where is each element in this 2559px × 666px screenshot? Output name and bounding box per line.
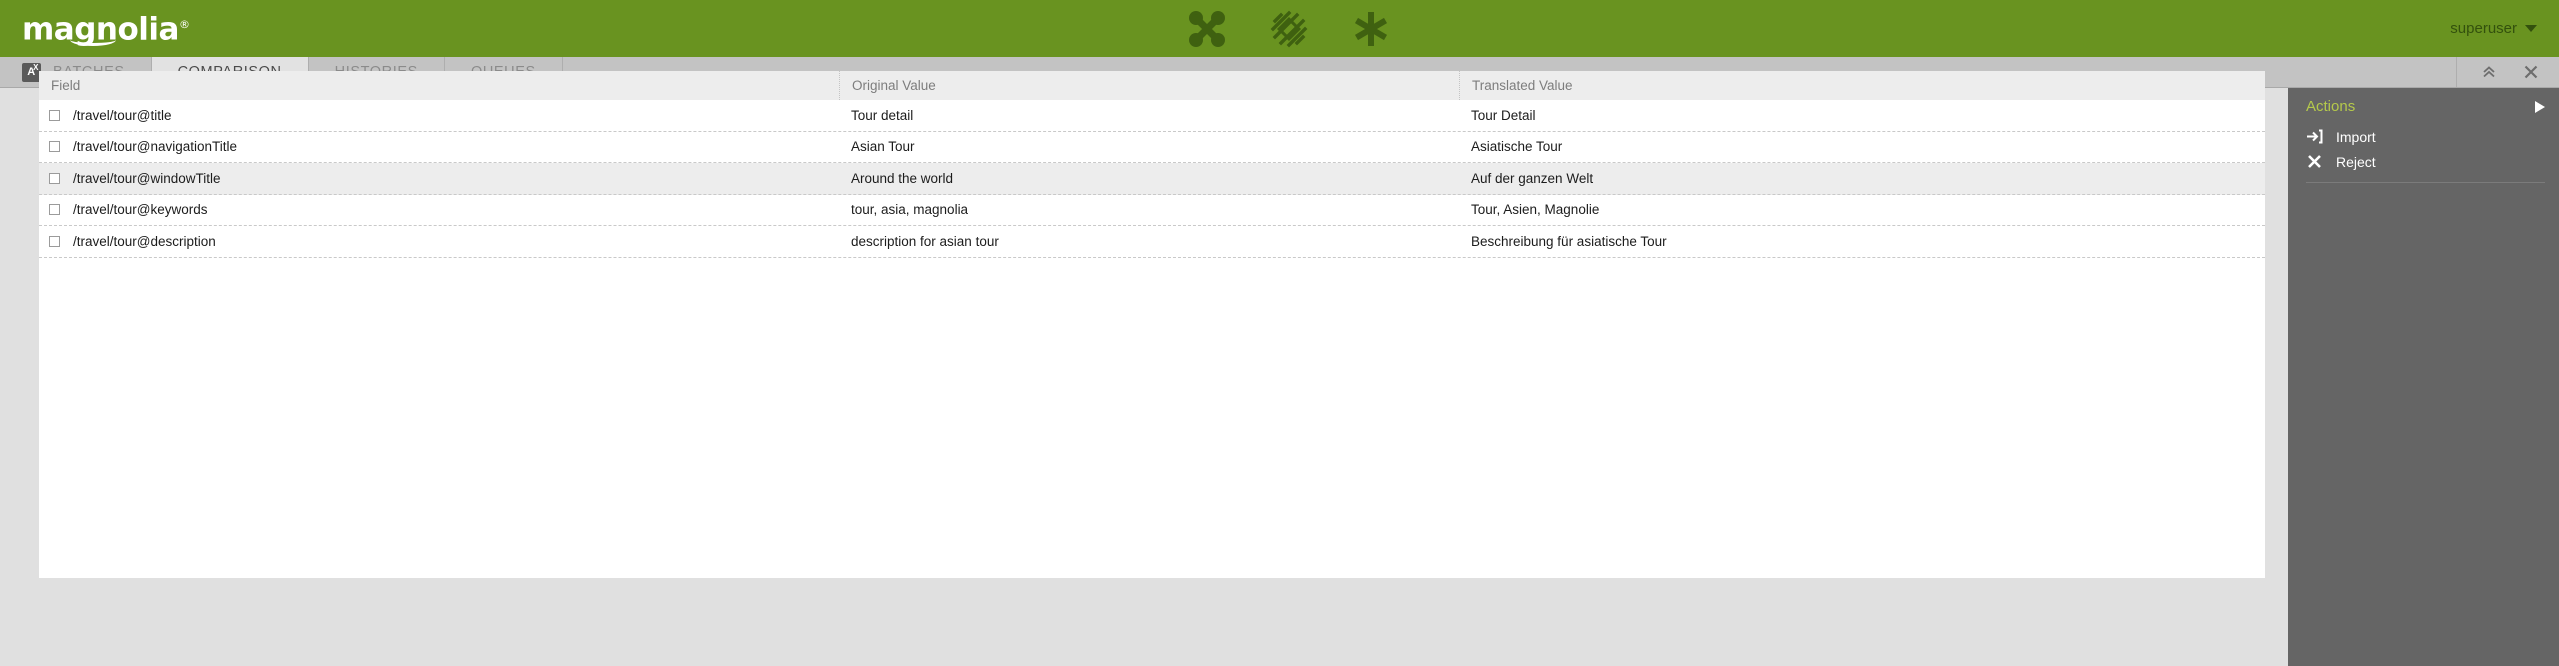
action-reject[interactable]: Reject	[2288, 149, 2559, 174]
user-menu[interactable]: superuser	[2450, 0, 2537, 57]
magnolia-logo[interactable]: magnolia®	[22, 8, 190, 46]
row-checkbox[interactable]	[49, 141, 60, 153]
comparison-table: Field Original Value Translated Value /t…	[39, 71, 2265, 578]
actions-panel: Actions Import Reject	[2288, 88, 2559, 666]
column-header-translated[interactable]: Translated Value	[1459, 71, 2265, 100]
table-row[interactable]: /travel/tour@navigationTitle Asian Tour …	[39, 132, 2265, 163]
x-mark-icon	[2306, 153, 2323, 170]
asterisk-app-icon[interactable]	[1349, 7, 1393, 51]
import-arrow-icon	[2306, 128, 2323, 145]
cell-field: /travel/tour@description	[39, 234, 839, 249]
actions-divider	[2306, 182, 2545, 183]
caret-down-icon	[2525, 25, 2537, 32]
play-triangle-icon[interactable]	[2535, 101, 2545, 113]
action-import-label: Import	[2336, 128, 2376, 145]
column-header-original[interactable]: Original Value	[839, 71, 1459, 100]
cell-original-value: Asian Tour	[851, 139, 915, 155]
cell-translated-value: Tour Detail	[1471, 107, 1536, 123]
logo-swoosh	[70, 34, 116, 46]
field-path-label: /travel/tour@keywords	[73, 202, 208, 218]
table-row[interactable]: /travel/tour@title Tour detail Tour Deta…	[39, 100, 2265, 132]
table-body: /travel/tour@title Tour detail Tour Deta…	[39, 100, 2265, 258]
cell-field: /travel/tour@windowTitle	[39, 171, 839, 186]
cell-original-value: description for asian tour	[851, 233, 999, 249]
field-path-label: /travel/tour@description	[73, 233, 216, 249]
close-icon[interactable]	[2523, 64, 2539, 80]
cell-original-value: Tour detail	[851, 107, 914, 123]
app-launcher-icons	[1185, 0, 1393, 57]
tab-bar-tools	[2457, 57, 2559, 87]
pages-app-icon[interactable]	[1185, 7, 1229, 51]
cell-translated-value: Asiatische Tour	[1471, 139, 1563, 155]
action-import[interactable]: Import	[2288, 124, 2559, 149]
magnolia-translation-app: magnolia® superuser A X Field Original V…	[0, 0, 2559, 666]
cell-field: /travel/tour@title	[39, 108, 839, 123]
app-header: magnolia® superuser	[0, 0, 2559, 57]
table-row[interactable]: /travel/tour@keywords tour, asia, magnol…	[39, 195, 2265, 226]
table-row[interactable]: /travel/tour@description description for…	[39, 226, 2265, 258]
actions-title: Actions	[2306, 97, 2356, 115]
assets-app-icon[interactable]	[1267, 7, 1311, 51]
cell-translated-value: Beschreibung für asiatische Tour	[1471, 233, 1667, 249]
field-path-label: /travel/tour@navigationTitle	[73, 139, 238, 155]
row-checkbox[interactable]	[49, 235, 60, 247]
column-header-field[interactable]: Field	[39, 71, 839, 100]
user-name-label: superuser	[2450, 20, 2517, 37]
actions-panel-header: Actions	[2288, 88, 2559, 124]
cell-translated-value: Tour, Asien, Magnolie	[1471, 202, 1600, 218]
row-checkbox[interactable]	[49, 172, 60, 184]
cell-translated-value: Auf der ganzen Welt	[1471, 170, 1594, 186]
cell-original-value: Around the world	[851, 170, 954, 186]
action-reject-label: Reject	[2336, 153, 2376, 170]
field-path-label: /travel/tour@title	[73, 107, 172, 123]
table-header-row: Field Original Value Translated Value	[39, 71, 2265, 100]
collapse-icon[interactable]	[2481, 64, 2497, 80]
table-row[interactable]: /travel/tour@windowTitle Around the worl…	[39, 163, 2265, 195]
field-path-label: /travel/tour@windowTitle	[73, 170, 221, 186]
cell-original-value: tour, asia, magnolia	[851, 202, 969, 218]
logo-registered-mark: ®	[178, 18, 190, 31]
cell-field: /travel/tour@navigationTitle	[39, 139, 839, 154]
row-checkbox[interactable]	[49, 109, 60, 121]
cell-field: /travel/tour@keywords	[39, 202, 839, 217]
row-checkbox[interactable]	[49, 204, 60, 216]
